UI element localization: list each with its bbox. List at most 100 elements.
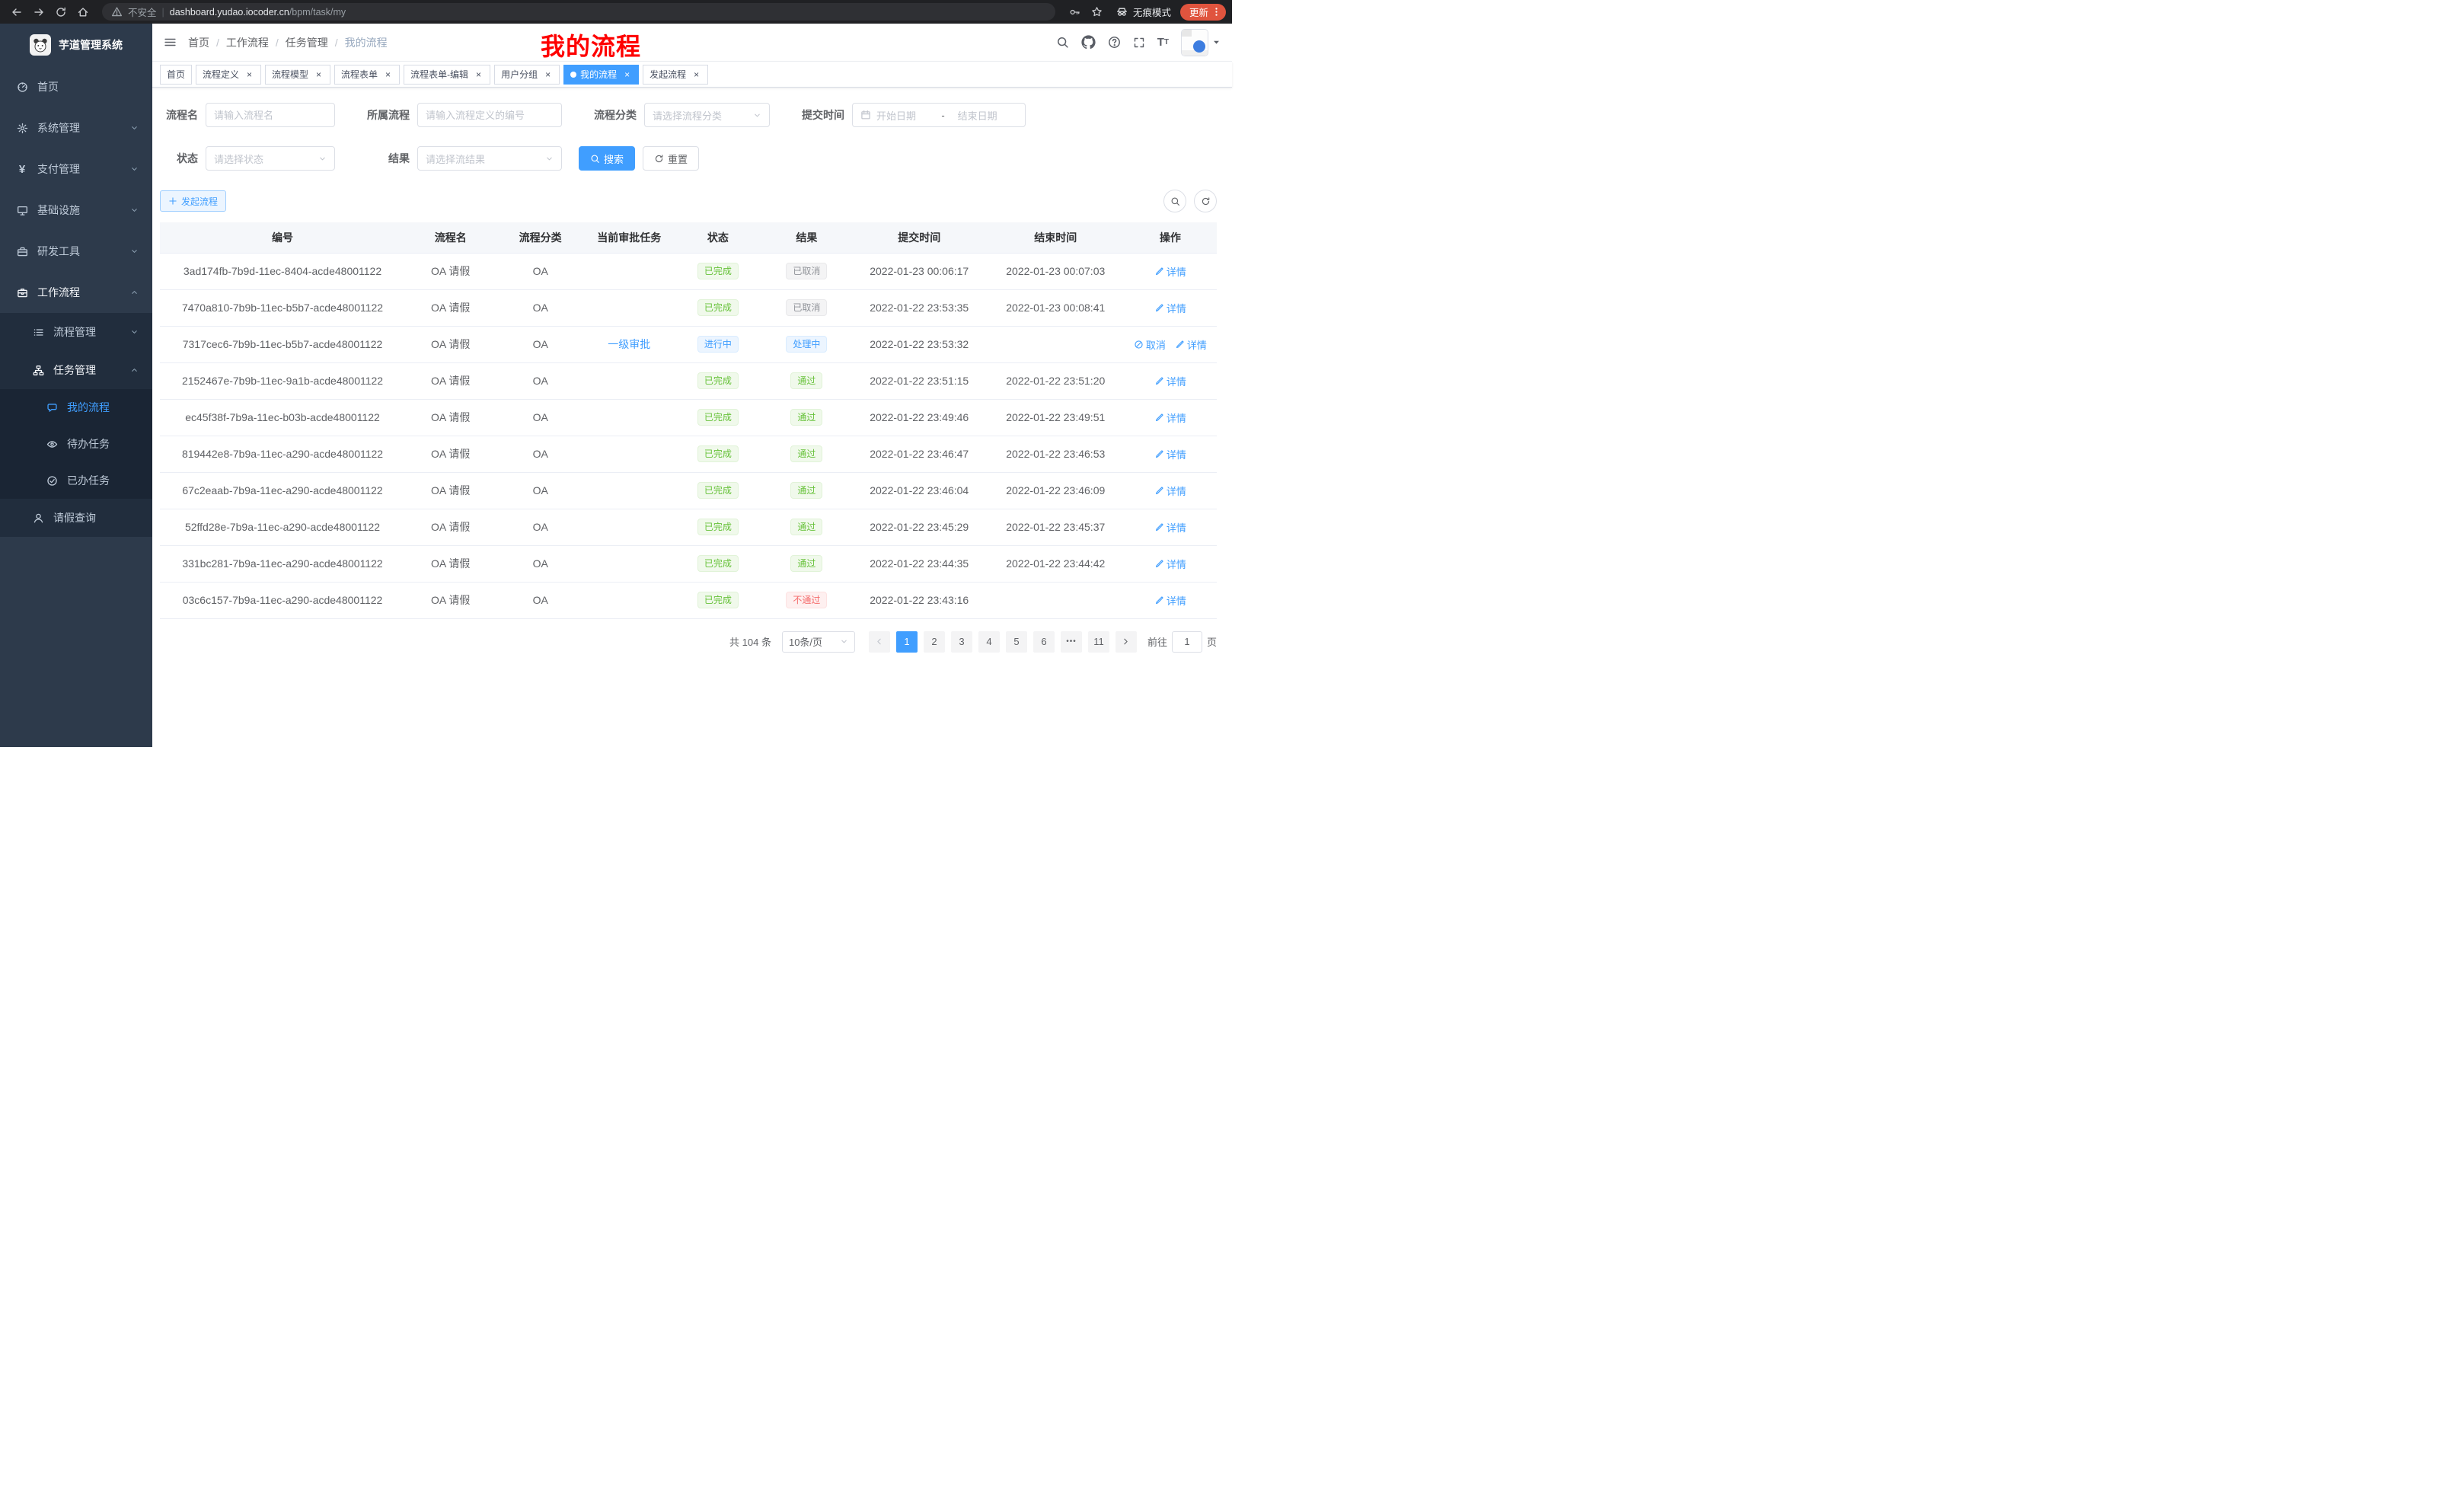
sidebar-item-workflow[interactable]: 工作流程 [0,272,152,313]
tab-home[interactable]: 首页 [160,65,192,85]
sidebar-item-system-management[interactable]: 系统管理 [0,107,152,148]
detail-link[interactable]: 详情 [1175,337,1207,352]
page-button-11[interactable]: 11 [1088,631,1109,653]
browser-home-button[interactable] [72,2,93,22]
breadcrumb-task-management[interactable]: 任务管理 [286,35,328,50]
app-logo[interactable]: 芋道管理系统 [0,24,152,66]
process-name-input[interactable] [206,103,335,127]
cell-result: 通过 [762,436,851,472]
search-icon[interactable] [1056,36,1069,49]
page-button-2[interactable]: 2 [924,631,945,653]
status-badge: 已完成 [697,519,739,535]
cell-actions: 详情 [1124,436,1217,472]
detail-link[interactable]: 详情 [1154,520,1186,535]
tab-process-form[interactable]: 流程表单× [334,65,400,85]
address-bar[interactable]: 不安全 | dashboard.yudao.iocoder.cn/bpm/tas… [102,3,1055,21]
close-icon[interactable]: × [691,69,701,79]
detail-link[interactable]: 详情 [1154,264,1186,279]
sidebar-item-my-process[interactable]: 我的流程 [0,389,152,426]
detail-link[interactable]: 详情 [1154,484,1186,498]
sidebar-item-task-management[interactable]: 任务管理 [0,351,152,389]
tab-my-process[interactable]: 我的流程× [563,65,639,85]
detail-link[interactable]: 详情 [1154,447,1186,461]
sidebar-item-payment-management[interactable]: ¥支付管理 [0,148,152,190]
detail-link[interactable]: 详情 [1154,301,1186,315]
process-name-field[interactable] [214,110,327,121]
sidebar-item-todo-task[interactable]: 待办任务 [0,426,152,462]
page-button-6[interactable]: 6 [1033,631,1055,653]
not-secure-warning-icon[interactable] [111,6,123,18]
close-icon[interactable]: × [383,69,393,79]
status-select[interactable]: 请选择状态 [206,146,335,171]
category-select[interactable]: 请选择流程分类 [644,103,770,127]
status-badge: 已完成 [697,409,739,426]
breadcrumb-workflow[interactable]: 工作流程 [226,35,269,50]
tab-user-group[interactable]: 用户分组× [494,65,560,85]
breadcrumb-home[interactable]: 首页 [188,35,209,50]
tab-process-form-edit[interactable]: 流程表单-编辑× [404,65,490,85]
navbar-actions: TT [1056,29,1221,56]
browser-forward-button[interactable] [28,2,49,22]
reset-button[interactable]: 重置 [643,146,699,171]
sidebar-item-infrastructure[interactable]: 基础设施 [0,190,152,231]
close-icon[interactable]: × [474,69,484,79]
bookmark-star-icon[interactable] [1087,2,1107,22]
cell-process-name: OA 请假 [405,253,496,289]
process-table: 编号流程名流程分类当前审批任务状态结果提交时间结束时间操作3ad174fb-7b… [160,222,1217,619]
result-select[interactable]: 请选择流结果 [417,146,562,171]
password-key-icon[interactable] [1064,2,1085,22]
page-button-4[interactable]: 4 [978,631,1000,653]
process-definition-input[interactable] [417,103,562,127]
status-badge: 进行中 [697,336,739,353]
browser-menu-dots-icon[interactable] [1211,7,1221,17]
sidebar-item-label: 任务管理 [53,362,96,378]
status-placeholder: 请选择状态 [214,152,263,166]
process-definition-field[interactable] [426,110,554,121]
font-size-icon[interactable]: TT [1157,36,1169,49]
cancel-link[interactable]: 取消 [1134,337,1166,352]
sidebar-item-home[interactable]: 首页 [0,66,152,107]
close-icon[interactable]: × [244,69,254,79]
help-icon[interactable] [1108,36,1121,49]
start-date-placeholder: 开始日期 [876,108,936,123]
sidebar-item-done-task[interactable]: 已办任务 [0,462,152,499]
tab-process-model[interactable]: 流程模型× [265,65,330,85]
current-task-link[interactable]: 一级审批 [608,338,650,350]
page-button-5[interactable]: 5 [1006,631,1027,653]
tab-process-definition[interactable]: 流程定义× [196,65,261,85]
page-size-select[interactable]: 10条/页 [782,631,855,653]
result-badge: 不通过 [786,592,827,608]
detail-link[interactable]: 详情 [1154,374,1186,388]
detail-link[interactable]: 详情 [1154,593,1186,608]
browser-back-button[interactable] [6,2,27,22]
user-avatar[interactable] [1181,29,1221,56]
sidebar-item-process-management[interactable]: 流程管理 [0,313,152,351]
goto-page-input[interactable] [1172,631,1202,653]
filter-status: 状态 请选择状态 [160,146,335,171]
close-icon[interactable]: × [314,69,324,79]
close-icon[interactable]: × [543,69,553,79]
more-pages-button[interactable]: ••• [1061,631,1082,653]
github-icon[interactable] [1081,35,1096,49]
browser-update-button[interactable]: 更新 [1180,4,1226,21]
tab-start-process[interactable]: 发起流程× [643,65,708,85]
search-button[interactable]: 搜索 [579,146,635,171]
previous-page-button[interactable] [869,631,890,653]
sidebar-item-dev-tools[interactable]: 研发工具 [0,231,152,272]
sidebar-toggle-button[interactable] [164,36,177,49]
browser-reload-button[interactable] [50,2,71,22]
toggle-search-button[interactable] [1163,190,1186,212]
page-button-1[interactable]: 1 [896,631,918,653]
app-window: 芋道管理系统 首页系统管理¥支付管理基础设施研发工具工作流程流程管理任务管理我的… [0,24,1232,747]
status-badge: 已完成 [697,592,739,608]
fullscreen-icon[interactable] [1133,37,1145,49]
start-process-button[interactable]: 发起流程 [160,190,226,212]
submit-time-range-picker[interactable]: 开始日期 - 结束日期 [852,103,1026,127]
page-button-3[interactable]: 3 [951,631,972,653]
sidebar-item-leave-query[interactable]: 请假查询 [0,499,152,537]
refresh-table-button[interactable] [1194,190,1217,212]
close-icon[interactable]: × [622,69,632,79]
detail-link[interactable]: 详情 [1154,410,1186,425]
next-page-button[interactable] [1116,631,1137,653]
detail-link[interactable]: 详情 [1154,557,1186,571]
